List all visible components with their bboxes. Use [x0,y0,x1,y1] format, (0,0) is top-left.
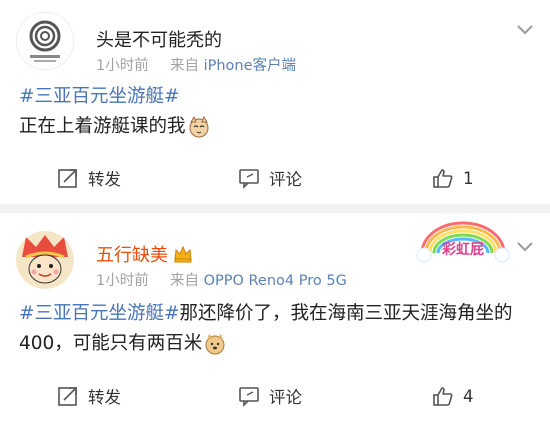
comment-label: 评论 [269,170,302,189]
repost-label: 转发 [88,170,121,189]
rainbow-badge: 彩虹屁 [414,219,512,269]
source-prefix: 来自 [169,58,199,74]
hashtag-link[interactable]: #三亚百元坐游艇# [19,303,180,324]
comment-icon [239,387,259,407]
hashtag-link[interactable]: #三亚百元坐游艇# [19,86,180,107]
post-body: #三亚百元坐游艇#那还降价了，我在海南三亚天涯海角坐的400，可能只有两百米 [19,299,536,359]
like-button[interactable]: 4 [432,376,474,416]
avatar[interactable] [16,231,74,289]
post-time: 1小时前 [96,273,149,289]
post-meta: 1小时前 来自 OPPO Reno4 Pro 5G [96,269,347,290]
repost-label: 转发 [88,388,121,407]
action-bar: 转发 评论 1 [0,158,550,198]
doge-emoji-icon [205,334,225,355]
post-meta: 1小时前 来自 iPhone客户端 [96,54,296,75]
like-count: 1 [463,168,474,188]
rainbow-badge-text: 彩虹屁 [442,242,484,258]
post-time: 1小时前 [96,58,149,74]
comment-label: 评论 [269,388,302,407]
repost-icon [58,387,77,406]
repost-button[interactable]: 转发 [57,158,121,198]
chevron-down-icon[interactable] [516,241,534,253]
chevron-down-icon[interactable] [516,24,534,36]
like-count: 4 [463,386,474,406]
thumbs-up-icon [433,387,453,406]
like-button[interactable]: 1 [432,158,474,198]
source-link[interactable]: iPhone客户端 [204,58,296,74]
repost-icon [58,169,77,188]
crown-badge-icon [174,245,192,263]
post-card: 头是不可能秃的 1小时前 来自 iPhone客户端 #三亚百元坐游艇# 正在上着… [0,0,550,204]
username-text: 五行缺美 [96,245,168,266]
cat-emoji-icon [189,116,209,138]
avatar[interactable] [16,12,74,70]
comment-button[interactable]: 评论 [238,158,302,198]
comment-icon [239,169,259,189]
thumbs-up-icon [433,169,453,188]
source-link[interactable]: OPPO Reno4 Pro 5G [204,273,347,289]
post-body: #三亚百元坐游艇# 正在上着游艇课的我 [19,82,536,142]
username[interactable]: 头是不可能秃的 [96,26,222,52]
username[interactable]: 五行缺美 [96,241,193,267]
post-card: 五行缺美 彩虹屁 1小时前 来自 OPPO Reno4 Pro 5G #三亚百元… [0,213,550,426]
source-prefix: 来自 [169,273,199,289]
repost-button[interactable]: 转发 [57,376,121,416]
post-text: 正在上着游艇课的我 [19,116,186,137]
action-bar: 转发 评论 4 [0,376,550,416]
comment-button[interactable]: 评论 [238,376,302,416]
